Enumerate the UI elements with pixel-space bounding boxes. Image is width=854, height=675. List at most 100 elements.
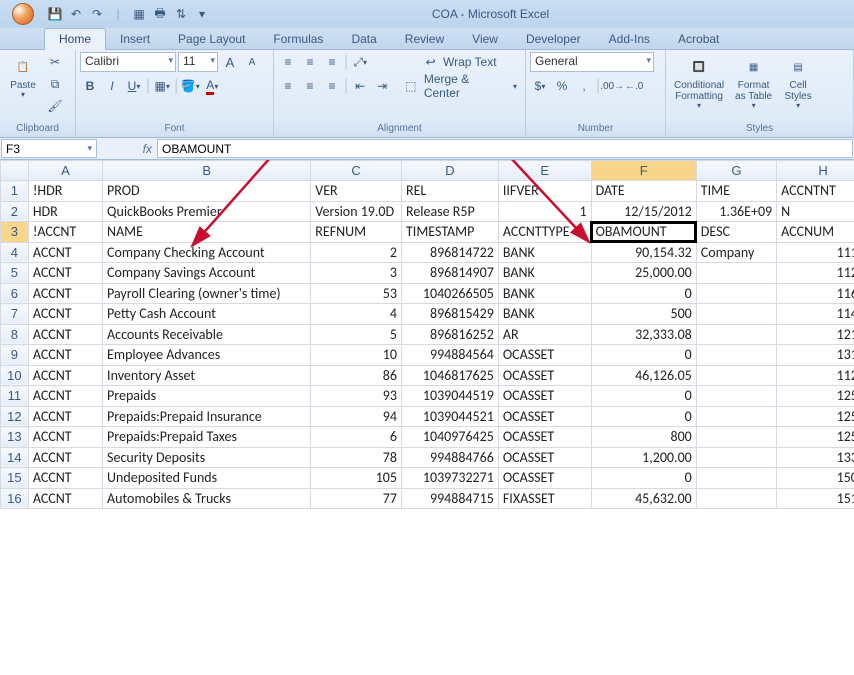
- col-header-G[interactable]: G: [696, 161, 776, 181]
- spreadsheet-grid[interactable]: ABCDEFGH1!HDRPRODVERRELIIFVERDATETIMEACC…: [0, 160, 854, 515]
- tab-add-ins[interactable]: Add-Ins: [595, 29, 664, 49]
- cell-G7[interactable]: [696, 304, 776, 325]
- undo-icon[interactable]: ↶: [67, 5, 85, 23]
- cell-E7[interactable]: BANK: [498, 304, 591, 325]
- cell-H14[interactable]: 1330: [777, 447, 854, 468]
- cell-G5[interactable]: [696, 263, 776, 284]
- align-middle-button[interactable]: ≡: [300, 52, 320, 72]
- cell-C5[interactable]: 3: [311, 263, 402, 284]
- cell-F5[interactable]: 25,000.00: [591, 263, 696, 284]
- tab-review[interactable]: Review: [391, 29, 458, 49]
- cell-B10[interactable]: Inventory Asset: [103, 365, 311, 386]
- cell-B8[interactable]: Accounts Receivable: [103, 324, 311, 345]
- cell-A3[interactable]: !ACCNT: [28, 222, 102, 243]
- cell-A7[interactable]: ACCNT: [28, 304, 102, 325]
- fx-icon[interactable]: fx: [143, 142, 152, 156]
- qat-customize-icon[interactable]: ▾: [193, 5, 211, 23]
- cell-A6[interactable]: ACCNT: [28, 283, 102, 304]
- cell-C10[interactable]: 86: [311, 365, 402, 386]
- decrease-indent-button[interactable]: ⇤: [350, 76, 370, 96]
- col-header-F[interactable]: F: [591, 161, 696, 181]
- cell-A12[interactable]: ACCNT: [28, 406, 102, 427]
- cell-D5[interactable]: 896814907: [401, 263, 498, 284]
- cell-H9[interactable]: 1310: [777, 345, 854, 366]
- cell-B13[interactable]: Prepaids:Prepaid Taxes: [103, 427, 311, 448]
- cell-F1[interactable]: DATE: [591, 181, 696, 202]
- cell-C12[interactable]: 94: [311, 406, 402, 427]
- cell-B5[interactable]: Company Savings Account: [103, 263, 311, 284]
- col-header-A[interactable]: A: [28, 161, 102, 181]
- italic-button[interactable]: I: [102, 76, 122, 96]
- cell-B2[interactable]: QuickBooks Premier: [103, 201, 311, 222]
- cell-E16[interactable]: FIXASSET: [498, 488, 591, 509]
- qat-sort-icon[interactable]: ⇅: [172, 5, 190, 23]
- cell-A2[interactable]: HDR: [28, 201, 102, 222]
- cell-E15[interactable]: OCASSET: [498, 468, 591, 489]
- cell-C3[interactable]: REFNUM: [311, 222, 402, 243]
- row-header-10[interactable]: 10: [1, 365, 29, 386]
- cell-C1[interactable]: VER: [311, 181, 402, 202]
- cell-G8[interactable]: [696, 324, 776, 345]
- col-header-D[interactable]: D: [401, 161, 498, 181]
- cut-button[interactable]: ✂: [45, 52, 65, 72]
- cell-E3[interactable]: ACCNTTYPE: [498, 222, 591, 243]
- row-header-6[interactable]: 6: [1, 283, 29, 304]
- row-header-9[interactable]: 9: [1, 345, 29, 366]
- cell-G16[interactable]: [696, 488, 776, 509]
- cell-H6[interactable]: 1160: [777, 283, 854, 304]
- font-color-button[interactable]: A▾: [202, 76, 222, 96]
- cell-A5[interactable]: ACCNT: [28, 263, 102, 284]
- formula-input[interactable]: OBAMOUNT: [157, 139, 853, 158]
- cell-H5[interactable]: 1120: [777, 263, 854, 284]
- cell-G2[interactable]: 1.36E+09: [696, 201, 776, 222]
- cell-A1[interactable]: !HDR: [28, 181, 102, 202]
- col-header-C[interactable]: C: [311, 161, 402, 181]
- tab-page-layout[interactable]: Page Layout: [164, 29, 259, 49]
- cell-F8[interactable]: 32,333.08: [591, 324, 696, 345]
- format-as-table-button[interactable]: ▦ Format as Table▾: [731, 52, 776, 113]
- cell-F9[interactable]: 0: [591, 345, 696, 366]
- cell-B11[interactable]: Prepaids: [103, 386, 311, 407]
- cell-H16[interactable]: 1510: [777, 488, 854, 509]
- cell-E9[interactable]: OCASSET: [498, 345, 591, 366]
- format-painter-button[interactable]: 🖌: [45, 96, 65, 116]
- cell-G9[interactable]: [696, 345, 776, 366]
- cell-F3[interactable]: OBAMOUNT: [591, 222, 696, 243]
- cell-D1[interactable]: REL: [401, 181, 498, 202]
- cell-H11[interactable]: 1250: [777, 386, 854, 407]
- cell-F13[interactable]: 800: [591, 427, 696, 448]
- align-left-button[interactable]: ≡: [278, 76, 298, 96]
- conditional-formatting-button[interactable]: 🔲 Conditional Formatting▾: [670, 52, 728, 113]
- cell-A4[interactable]: ACCNT: [28, 242, 102, 263]
- row-header-11[interactable]: 11: [1, 386, 29, 407]
- chevron-down-icon[interactable]: ▾: [87, 143, 92, 154]
- cell-A8[interactable]: ACCNT: [28, 324, 102, 345]
- cell-H10[interactable]: 1121: [777, 365, 854, 386]
- cell-E12[interactable]: OCASSET: [498, 406, 591, 427]
- currency-button[interactable]: $▾: [530, 76, 550, 96]
- increase-decimal-button[interactable]: .00→: [602, 76, 622, 96]
- cell-D13[interactable]: 1040976425: [401, 427, 498, 448]
- cell-A16[interactable]: ACCNT: [28, 488, 102, 509]
- row-header-5[interactable]: 5: [1, 263, 29, 284]
- col-header-H[interactable]: H: [777, 161, 854, 181]
- row-header-12[interactable]: 12: [1, 406, 29, 427]
- cell-H2[interactable]: N: [777, 201, 854, 222]
- align-bottom-button[interactable]: ≡: [322, 52, 342, 72]
- cell-C8[interactable]: 5: [311, 324, 402, 345]
- cell-D6[interactable]: 1040266505: [401, 283, 498, 304]
- cell-D9[interactable]: 994884564: [401, 345, 498, 366]
- redo-icon[interactable]: ↷: [88, 5, 106, 23]
- cell-D16[interactable]: 994884715: [401, 488, 498, 509]
- cell-D7[interactable]: 896815429: [401, 304, 498, 325]
- cell-D4[interactable]: 896814722: [401, 242, 498, 263]
- cell-G10[interactable]: [696, 365, 776, 386]
- col-header-E[interactable]: E: [498, 161, 591, 181]
- cell-H3[interactable]: ACCNUM: [777, 222, 854, 243]
- row-header-15[interactable]: 15: [1, 468, 29, 489]
- cell-E10[interactable]: OCASSET: [498, 365, 591, 386]
- save-icon[interactable]: 💾: [46, 5, 64, 23]
- border-button[interactable]: ▦▾: [152, 76, 172, 96]
- cell-B3[interactable]: NAME: [103, 222, 311, 243]
- row-header-16[interactable]: 16: [1, 488, 29, 509]
